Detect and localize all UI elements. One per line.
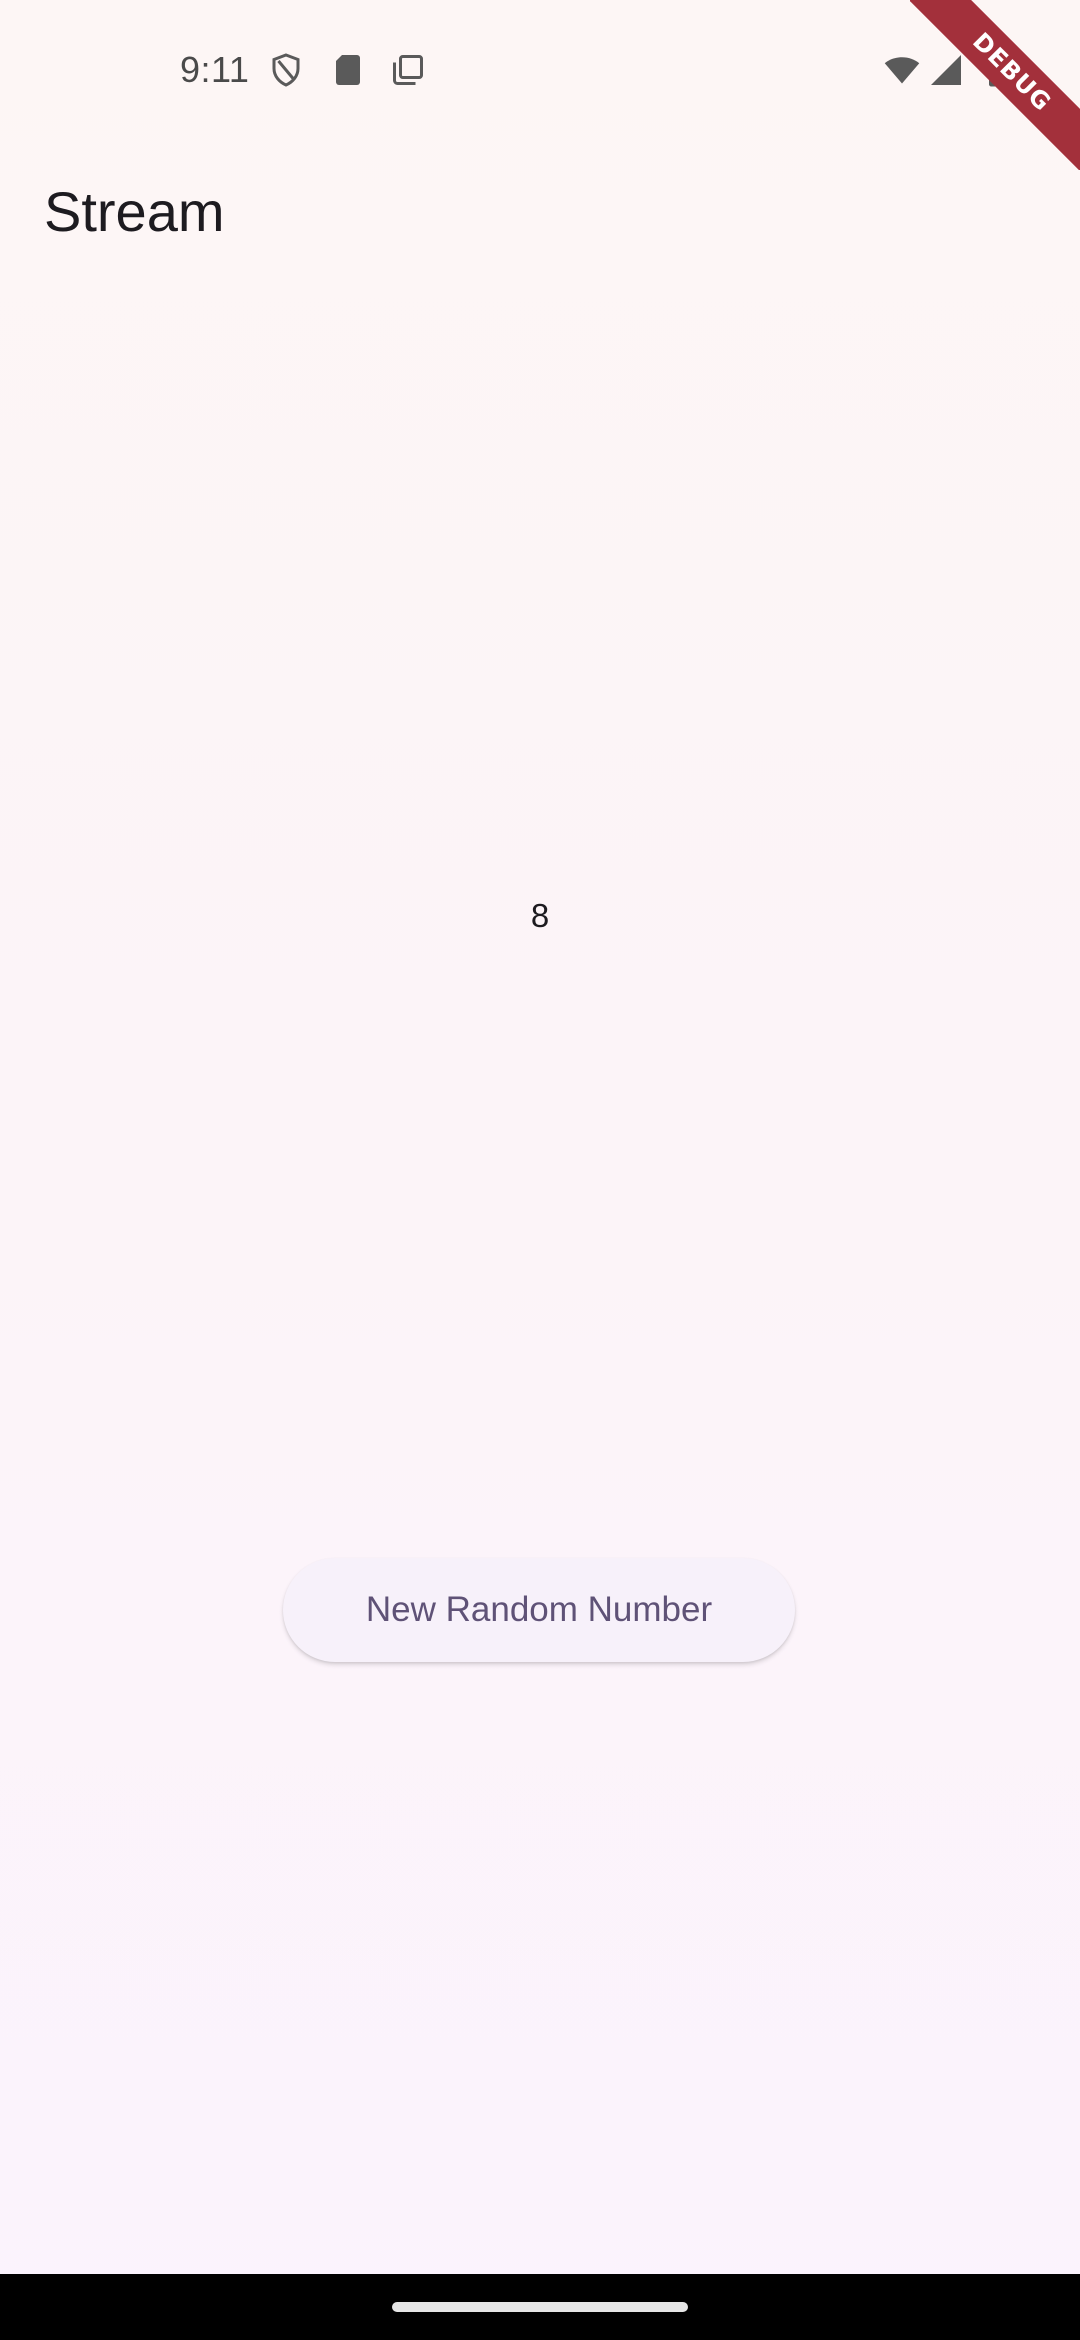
shield-icon [268,52,304,88]
new-random-number-button[interactable]: New Random Number [283,1558,795,1662]
navigation-bar [0,2274,1080,2340]
app-bar: Stream [0,160,1080,260]
status-time: 9:11 [180,49,250,90]
page-title: Stream [44,180,225,243]
cell-signal-icon [928,52,964,88]
wifi-icon [882,52,922,88]
status-bar: 9:11 [0,0,1080,140]
random-number-text: 8 [530,897,550,934]
sd-card-icon [330,52,366,88]
battery-icon [980,52,1016,88]
gesture-handle[interactable] [392,2302,688,2312]
copy-icon [390,52,426,88]
